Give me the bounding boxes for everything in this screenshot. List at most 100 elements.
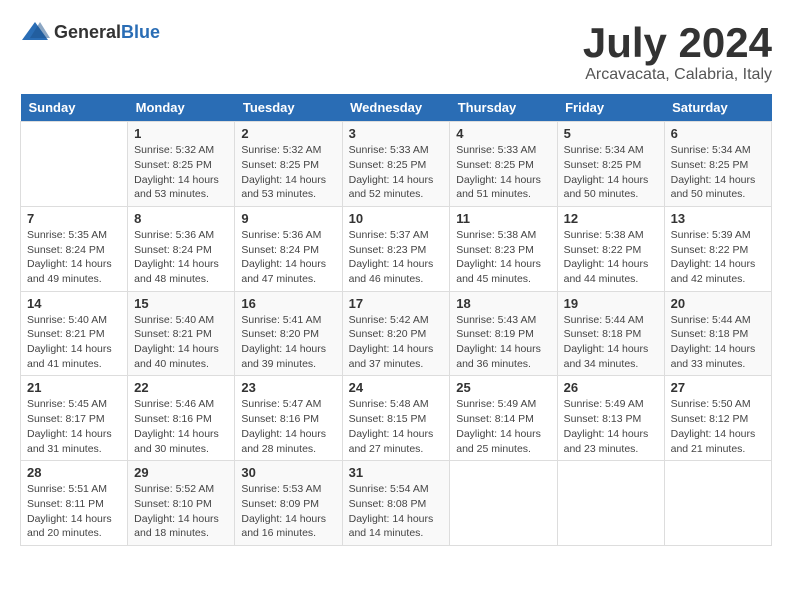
calendar-cell: 7 Sunrise: 5:35 AM Sunset: 8:24 PM Daylig… <box>21 206 128 291</box>
day-number: 15 <box>134 296 228 311</box>
calendar-cell: 23 Sunrise: 5:47 AM Sunset: 8:16 PM Dayli… <box>235 376 342 461</box>
day-info: Sunrise: 5:34 AM Sunset: 8:25 PM Dayligh… <box>564 143 658 202</box>
calendar-cell: 31 Sunrise: 5:54 AM Sunset: 8:08 PM Dayli… <box>342 461 450 546</box>
day-number: 3 <box>349 126 444 141</box>
day-info: Sunrise: 5:46 AM Sunset: 8:16 PM Dayligh… <box>134 397 228 456</box>
calendar-cell: 3 Sunrise: 5:33 AM Sunset: 8:25 PM Daylig… <box>342 122 450 207</box>
column-header-thursday: Thursday <box>450 94 557 122</box>
day-number: 30 <box>241 465 335 480</box>
day-number: 25 <box>456 380 550 395</box>
day-number: 23 <box>241 380 335 395</box>
calendar-week-row: 28 Sunrise: 5:51 AM Sunset: 8:11 PM Dayli… <box>21 461 772 546</box>
day-number: 21 <box>27 380 121 395</box>
logo-icon <box>20 20 50 44</box>
day-number: 31 <box>349 465 444 480</box>
day-info: Sunrise: 5:50 AM Sunset: 8:12 PM Dayligh… <box>671 397 765 456</box>
column-header-monday: Monday <box>128 94 235 122</box>
calendar-cell: 6 Sunrise: 5:34 AM Sunset: 8:25 PM Daylig… <box>664 122 771 207</box>
day-info: Sunrise: 5:36 AM Sunset: 8:24 PM Dayligh… <box>134 228 228 287</box>
calendar-cell: 8 Sunrise: 5:36 AM Sunset: 8:24 PM Daylig… <box>128 206 235 291</box>
calendar-cell: 20 Sunrise: 5:44 AM Sunset: 8:18 PM Dayli… <box>664 291 771 376</box>
day-info: Sunrise: 5:53 AM Sunset: 8:09 PM Dayligh… <box>241 482 335 541</box>
day-info: Sunrise: 5:51 AM Sunset: 8:11 PM Dayligh… <box>27 482 121 541</box>
day-number: 17 <box>349 296 444 311</box>
day-number: 7 <box>27 211 121 226</box>
column-header-friday: Friday <box>557 94 664 122</box>
calendar-cell: 27Sunrise: 5:50 AM Sunset: 8:12 PM Dayli… <box>664 376 771 461</box>
day-number: 5 <box>564 126 658 141</box>
calendar-cell: 5 Sunrise: 5:34 AM Sunset: 8:25 PM Daylig… <box>557 122 664 207</box>
calendar-week-row: 14 Sunrise: 5:40 AM Sunset: 8:21 PM Dayli… <box>21 291 772 376</box>
day-info: Sunrise: 5:42 AM Sunset: 8:20 PM Dayligh… <box>349 313 444 372</box>
day-number: 28 <box>27 465 121 480</box>
calendar-cell: 22 Sunrise: 5:46 AM Sunset: 8:16 PM Dayli… <box>128 376 235 461</box>
day-info: Sunrise: 5:32 AM Sunset: 8:25 PM Dayligh… <box>241 143 335 202</box>
day-number: 8 <box>134 211 228 226</box>
day-number: 10 <box>349 211 444 226</box>
day-number: 2 <box>241 126 335 141</box>
calendar-cell: 25Sunrise: 5:49 AM Sunset: 8:14 PM Dayli… <box>450 376 557 461</box>
day-number: 1 <box>134 126 228 141</box>
calendar-cell <box>21 122 128 207</box>
day-number: 24 <box>349 380 444 395</box>
calendar-cell: 24 Sunrise: 5:48 AM Sunset: 8:15 PM Dayli… <box>342 376 450 461</box>
calendar-cell: 14 Sunrise: 5:40 AM Sunset: 8:21 PM Dayli… <box>21 291 128 376</box>
calendar-cell: 28 Sunrise: 5:51 AM Sunset: 8:11 PM Dayli… <box>21 461 128 546</box>
calendar-week-row: 21 Sunrise: 5:45 AM Sunset: 8:17 PM Dayli… <box>21 376 772 461</box>
calendar-table: SundayMondayTuesdayWednesdayThursdayFrid… <box>20 94 772 546</box>
calendar-cell: 18 Sunrise: 5:43 AM Sunset: 8:19 PM Dayli… <box>450 291 557 376</box>
day-info: Sunrise: 5:54 AM Sunset: 8:08 PM Dayligh… <box>349 482 444 541</box>
day-number: 18 <box>456 296 550 311</box>
day-info: Sunrise: 5:44 AM Sunset: 8:18 PM Dayligh… <box>564 313 658 372</box>
calendar-cell: 15 Sunrise: 5:40 AM Sunset: 8:21 PM Dayli… <box>128 291 235 376</box>
day-info: Sunrise: 5:39 AM Sunset: 8:22 PM Dayligh… <box>671 228 765 287</box>
day-number: 13 <box>671 211 765 226</box>
day-number: 22 <box>134 380 228 395</box>
column-header-sunday: Sunday <box>21 94 128 122</box>
calendar-cell: 30 Sunrise: 5:53 AM Sunset: 8:09 PM Dayli… <box>235 461 342 546</box>
day-info: Sunrise: 5:47 AM Sunset: 8:16 PM Dayligh… <box>241 397 335 456</box>
day-info: Sunrise: 5:36 AM Sunset: 8:24 PM Dayligh… <box>241 228 335 287</box>
calendar-cell: 19 Sunrise: 5:44 AM Sunset: 8:18 PM Dayli… <box>557 291 664 376</box>
day-info: Sunrise: 5:35 AM Sunset: 8:24 PM Dayligh… <box>27 228 121 287</box>
logo-text-blue: Blue <box>121 22 160 42</box>
day-info: Sunrise: 5:40 AM Sunset: 8:21 PM Dayligh… <box>134 313 228 372</box>
day-info: Sunrise: 5:48 AM Sunset: 8:15 PM Dayligh… <box>349 397 444 456</box>
day-number: 20 <box>671 296 765 311</box>
location-subtitle: Arcavacata, Calabria, Italy <box>583 66 772 84</box>
calendar-cell: 12Sunrise: 5:38 AM Sunset: 8:22 PM Dayli… <box>557 206 664 291</box>
title-area: July 2024 Arcavacata, Calabria, Italy <box>583 20 772 84</box>
day-info: Sunrise: 5:34 AM Sunset: 8:25 PM Dayligh… <box>671 143 765 202</box>
day-info: Sunrise: 5:43 AM Sunset: 8:19 PM Dayligh… <box>456 313 550 372</box>
calendar-cell: 4Sunrise: 5:33 AM Sunset: 8:25 PM Daylig… <box>450 122 557 207</box>
column-header-tuesday: Tuesday <box>235 94 342 122</box>
day-info: Sunrise: 5:40 AM Sunset: 8:21 PM Dayligh… <box>27 313 121 372</box>
calendar-cell: 29Sunrise: 5:52 AM Sunset: 8:10 PM Dayli… <box>128 461 235 546</box>
day-number: 14 <box>27 296 121 311</box>
day-number: 26 <box>564 380 658 395</box>
calendar-cell: 16Sunrise: 5:41 AM Sunset: 8:20 PM Dayli… <box>235 291 342 376</box>
month-year-title: July 2024 <box>583 20 772 66</box>
day-info: Sunrise: 5:49 AM Sunset: 8:13 PM Dayligh… <box>564 397 658 456</box>
calendar-week-row: 7 Sunrise: 5:35 AM Sunset: 8:24 PM Daylig… <box>21 206 772 291</box>
day-number: 6 <box>671 126 765 141</box>
day-number: 29 <box>134 465 228 480</box>
page-header: GeneralBlue July 2024 Arcavacata, Calabr… <box>20 20 772 84</box>
calendar-cell: 17 Sunrise: 5:42 AM Sunset: 8:20 PM Dayli… <box>342 291 450 376</box>
calendar-cell: 1 Sunrise: 5:32 AM Sunset: 8:25 PM Daylig… <box>128 122 235 207</box>
day-info: Sunrise: 5:38 AM Sunset: 8:22 PM Dayligh… <box>564 228 658 287</box>
calendar-week-row: 1 Sunrise: 5:32 AM Sunset: 8:25 PM Daylig… <box>21 122 772 207</box>
day-number: 4 <box>456 126 550 141</box>
calendar-cell: 13 Sunrise: 5:39 AM Sunset: 8:22 PM Dayli… <box>664 206 771 291</box>
day-info: Sunrise: 5:33 AM Sunset: 8:25 PM Dayligh… <box>349 143 444 202</box>
day-info: Sunrise: 5:32 AM Sunset: 8:25 PM Dayligh… <box>134 143 228 202</box>
calendar-cell: 10Sunrise: 5:37 AM Sunset: 8:23 PM Dayli… <box>342 206 450 291</box>
calendar-cell: 2 Sunrise: 5:32 AM Sunset: 8:25 PM Daylig… <box>235 122 342 207</box>
day-info: Sunrise: 5:44 AM Sunset: 8:18 PM Dayligh… <box>671 313 765 372</box>
calendar-cell <box>450 461 557 546</box>
calendar-cell <box>557 461 664 546</box>
day-number: 19 <box>564 296 658 311</box>
calendar-cell: 9Sunrise: 5:36 AM Sunset: 8:24 PM Daylig… <box>235 206 342 291</box>
day-info: Sunrise: 5:45 AM Sunset: 8:17 PM Dayligh… <box>27 397 121 456</box>
column-header-saturday: Saturday <box>664 94 771 122</box>
